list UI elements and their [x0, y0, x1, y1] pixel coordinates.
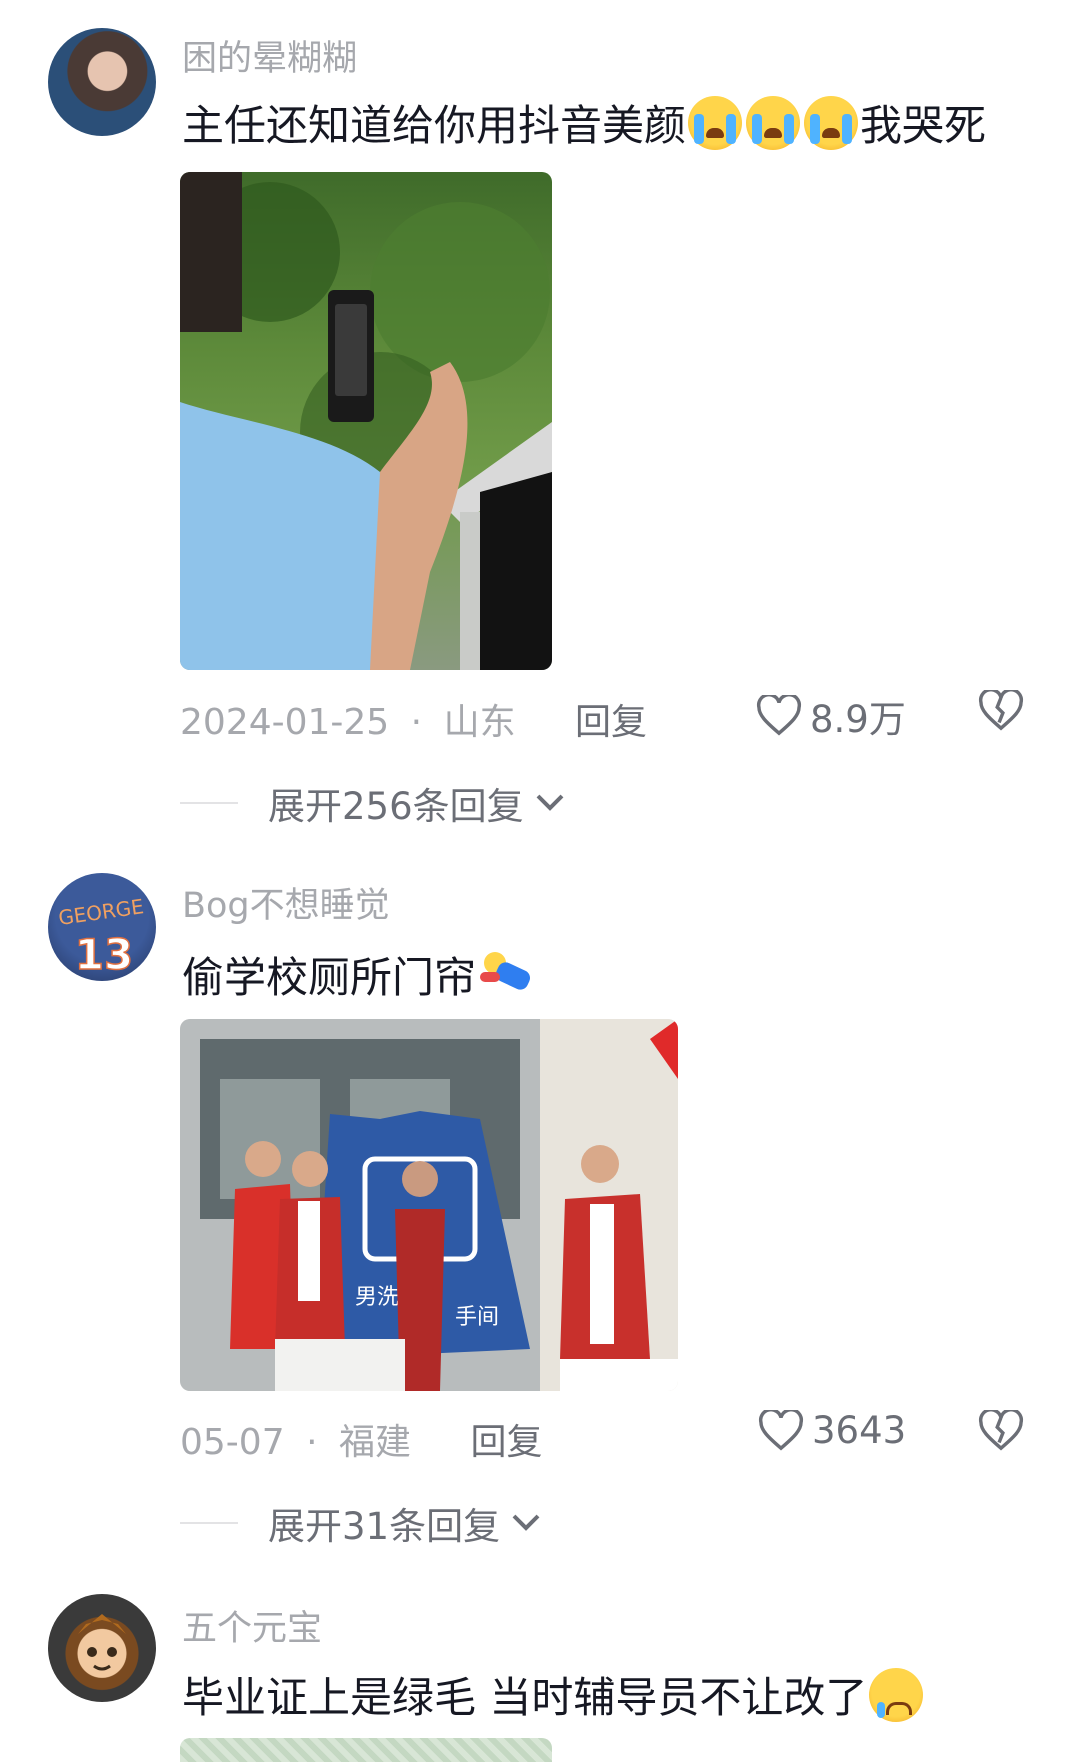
comment-text-tail: 我哭死	[860, 101, 987, 150]
jersey-number: 13	[75, 930, 133, 979]
comment-date: 05-07	[180, 1422, 285, 1463]
like-count: 8.9万	[810, 698, 906, 741]
divider-line	[180, 802, 238, 804]
comment-text: 偷学校厕所门帘	[182, 944, 536, 1005]
like-count: 3643	[812, 1409, 907, 1452]
like-button[interactable]: 3643	[758, 1409, 906, 1452]
meta-separator: ·	[410, 702, 423, 743]
comment-image[interactable]: 男洗 手间	[180, 1019, 678, 1391]
meta-separator: ·	[306, 1422, 318, 1463]
crying-emoji-icon	[688, 96, 743, 150]
dislike-button[interactable]	[978, 1408, 1024, 1456]
avatar[interactable]	[48, 28, 156, 136]
chevron-down-icon	[536, 794, 564, 811]
comment-meta: 05-07 · 福建 回复	[180, 1413, 542, 1465]
jersey-text: GEORGE	[57, 894, 145, 930]
sign-text-left: 男洗	[355, 1285, 399, 1310]
dislike-button[interactable]	[978, 688, 1024, 736]
comment-image[interactable]	[180, 172, 552, 670]
comment-meta: 2024-01-25 · 山东 回复	[180, 693, 647, 745]
divider-line	[180, 1522, 238, 1524]
crying-emoji-icon	[804, 96, 859, 150]
expand-replies-label: 展开31条回复	[268, 1505, 501, 1548]
expand-replies-label: 展开256条回复	[268, 785, 524, 828]
heart-outline-icon	[756, 695, 802, 736]
expand-replies-button[interactable]: 展开31条回复	[180, 1496, 542, 1550]
photo-scene	[180, 172, 552, 670]
broken-heart-icon	[978, 1408, 1024, 1451]
like-button[interactable]: 8.9万	[756, 689, 906, 743]
crying-face-emoji-icon	[869, 1668, 924, 1722]
avatar-character	[78, 1614, 126, 1671]
comment-text-main: 毕业证上是绿毛 当时辅导员不让改了	[182, 1673, 868, 1722]
comment-location: 山东	[443, 702, 516, 743]
photo-scene: 男洗 手间	[180, 1019, 678, 1391]
expand-replies-button[interactable]: 展开256条回复	[180, 776, 566, 830]
comment-text-main: 偷学校厕所门帘	[182, 953, 477, 1002]
comment-date: 2024-01-25	[180, 702, 390, 743]
chevron-down-icon	[512, 1514, 540, 1531]
jersey-image: GEORGE 13	[57, 894, 145, 980]
reply-button[interactable]: 回复	[470, 1422, 542, 1463]
comment-image-partial[interactable]	[180, 1738, 552, 1762]
falling-person-emoji-icon	[476, 948, 536, 1002]
avatar[interactable]	[48, 1594, 156, 1702]
username[interactable]: 五个元宝	[182, 1600, 322, 1651]
comment-text: 主任还知道给你用抖音美颜 我哭死	[182, 92, 986, 153]
crying-emoji-icon	[746, 96, 801, 150]
avatar[interactable]: GEORGE 13	[48, 873, 156, 981]
broken-heart-icon	[978, 688, 1024, 731]
comment-text: 毕业证上是绿毛 当时辅导员不让改了	[182, 1664, 925, 1725]
reply-button[interactable]: 回复	[575, 702, 647, 743]
username[interactable]: Bog不想睡觉	[182, 877, 390, 928]
sign-text-right: 手间	[455, 1305, 499, 1330]
username[interactable]: 困的晕糊糊	[182, 30, 357, 81]
comment-text-main: 主任还知道给你用抖音美颜	[182, 101, 687, 150]
comment-location: 福建	[338, 1422, 411, 1463]
heart-outline-icon	[758, 1409, 804, 1450]
